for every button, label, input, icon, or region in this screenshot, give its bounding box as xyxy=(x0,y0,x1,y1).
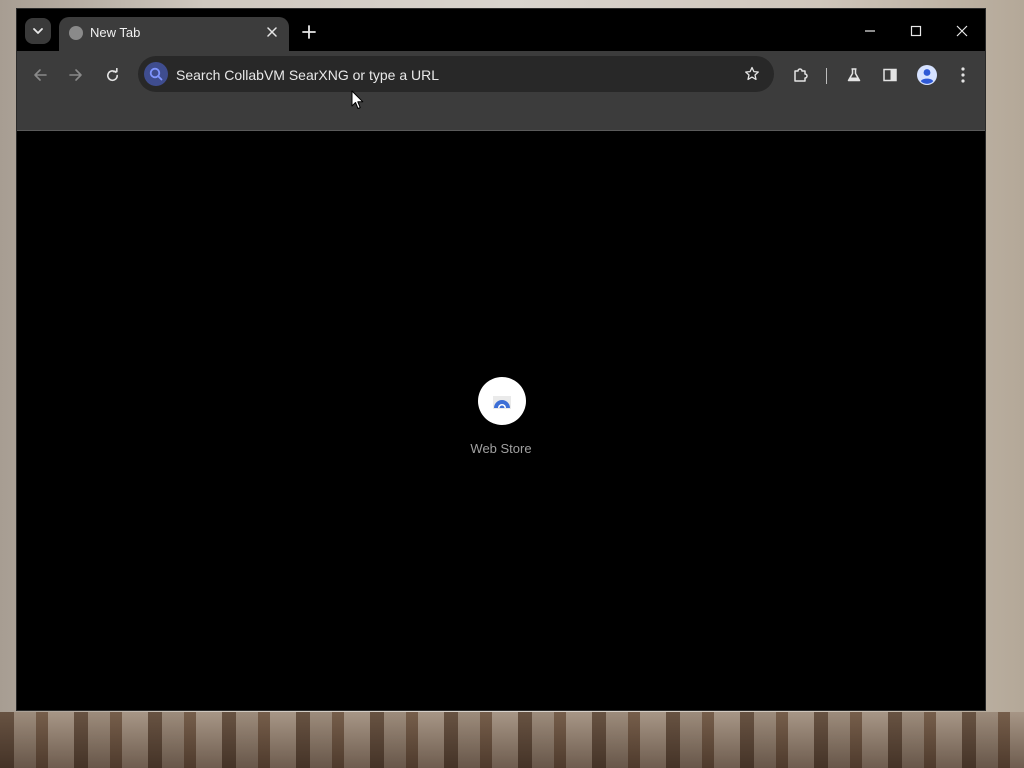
side-panel-button[interactable] xyxy=(878,63,902,87)
arrow-right-icon xyxy=(69,69,82,81)
tab-title: New Tab xyxy=(90,25,141,40)
browser-window: New Tab Search CollabVM SearXNG or type … xyxy=(17,9,985,710)
close-icon xyxy=(956,25,968,37)
search-icon xyxy=(149,67,163,81)
close-window-button[interactable] xyxy=(942,17,982,45)
tab-search-button[interactable] xyxy=(25,18,51,44)
new-tab-page: Web Store xyxy=(17,131,985,710)
labs-button[interactable] xyxy=(842,63,866,87)
tab-close-button[interactable] xyxy=(263,23,281,41)
bookmarks-bar xyxy=(17,99,985,131)
reload-button[interactable] xyxy=(100,63,124,87)
extensions-button[interactable] xyxy=(789,63,813,87)
menu-button[interactable] xyxy=(951,63,975,87)
maximize-button[interactable] xyxy=(896,17,936,45)
minimize-icon xyxy=(865,30,875,32)
shortcut-web-store[interactable]: Web Store xyxy=(461,377,541,467)
desktop-background-strip xyxy=(0,712,1024,768)
close-icon xyxy=(267,27,277,37)
forward-button[interactable] xyxy=(64,63,88,87)
bookmark-button[interactable] xyxy=(742,64,762,84)
shortcut-label: Web Store xyxy=(470,441,532,456)
puzzle-icon xyxy=(794,68,808,82)
back-button[interactable] xyxy=(28,63,52,87)
arrow-left-icon xyxy=(34,69,47,81)
reload-icon xyxy=(106,67,118,81)
minimize-button[interactable] xyxy=(850,17,890,45)
new-tab-button[interactable] xyxy=(298,21,320,43)
chevron-down-icon xyxy=(33,28,43,34)
profile-button[interactable] xyxy=(915,63,939,87)
address-input[interactable] xyxy=(174,64,718,86)
toolbar xyxy=(17,51,985,99)
title-bar: New Tab xyxy=(17,9,985,51)
search-engine-icon xyxy=(144,62,168,86)
flask-icon xyxy=(847,68,861,82)
mouse-cursor-icon xyxy=(351,90,364,109)
toolbar-divider xyxy=(826,68,827,84)
webstore-icon xyxy=(493,396,511,409)
omnibox[interactable] xyxy=(138,56,774,92)
shortcut-tile xyxy=(478,377,526,425)
kebab-menu-icon xyxy=(961,67,965,83)
globe-icon xyxy=(69,26,83,40)
star-icon xyxy=(745,66,759,81)
maximize-icon xyxy=(910,25,922,37)
side-panel-icon xyxy=(883,68,897,82)
plus-icon xyxy=(302,25,316,39)
tab-new-tab[interactable]: New Tab xyxy=(59,17,289,51)
avatar-icon xyxy=(917,65,937,85)
